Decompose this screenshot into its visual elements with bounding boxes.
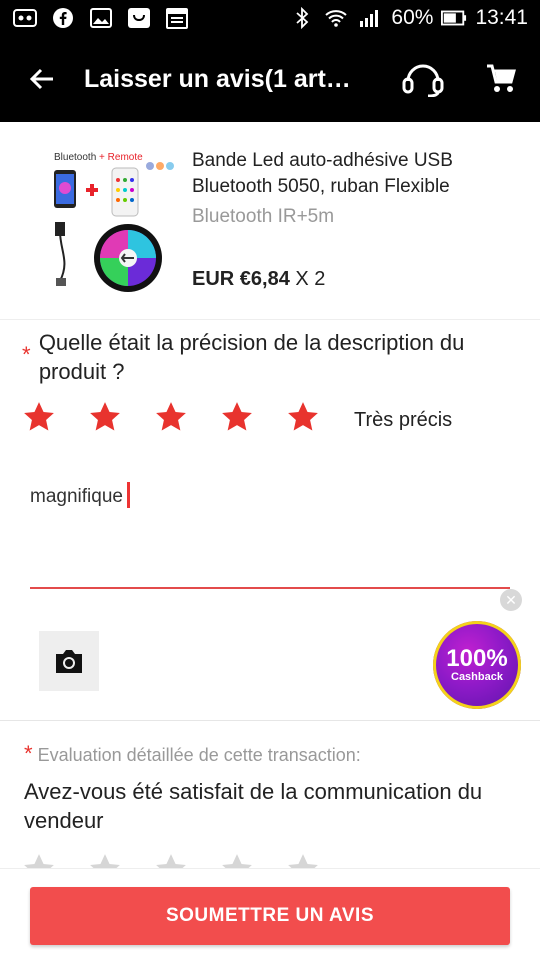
star-icon[interactable] (154, 400, 188, 434)
required-asterisk: * (22, 342, 31, 367)
app-bar: Laisser un avis(1 article) (0, 36, 540, 122)
star-icon[interactable] (22, 400, 56, 434)
page-title: Laisser un avis(1 article) (84, 64, 354, 93)
wifi-icon (323, 7, 349, 29)
back-button[interactable] (0, 36, 84, 122)
cashback-percent: 100% (446, 645, 508, 672)
clear-icon[interactable]: ✕ (500, 589, 522, 611)
section-divider (0, 720, 540, 721)
back-arrow-icon (29, 68, 53, 90)
required-asterisk: * (24, 741, 33, 766)
status-bar: 60% 13:41 (0, 0, 540, 36)
review-text: magnifique (30, 486, 123, 507)
question-text: Quelle était la précision de la descript… (38, 330, 465, 384)
gallery-icon (88, 7, 114, 29)
product-image: Bluetooth + Remote (46, 146, 176, 296)
quantity: X 2 (295, 268, 326, 290)
clock: 13:41 (475, 6, 528, 29)
product-image-caption: Bluetooth + Remote (54, 152, 143, 163)
calendar-icon (164, 7, 190, 29)
support-button[interactable] (384, 36, 462, 122)
star-icon[interactable] (220, 400, 254, 434)
battery-percent: 60% (391, 6, 434, 29)
text-cursor (126, 482, 130, 508)
camera-icon (56, 650, 82, 673)
star-icon[interactable] (286, 400, 320, 434)
product-summary: Bluetooth + Remote Bande Led auto-adhési… (0, 122, 540, 320)
add-photo-button[interactable] (39, 631, 99, 691)
review-input[interactable]: magnifique (30, 482, 510, 590)
voicemail-icon (12, 7, 38, 29)
cashback-badge[interactable]: 100% Cashback (433, 621, 521, 709)
product-title[interactable]: Bande Led auto-adhésive USB Bluetooth 50… (192, 148, 492, 200)
evaluation-label: * Evaluation détaillée de cette transact… (24, 741, 361, 767)
rating-label: Très précis (354, 409, 453, 431)
review-input-underline (30, 587, 510, 589)
bottom-bar: SOUMETTRE UN AVIS (0, 868, 540, 960)
cashback-label: Cashback (451, 671, 503, 683)
bluetooth-icon (289, 7, 315, 29)
star-icon[interactable] (88, 400, 122, 434)
product-variant: Bluetooth IR+5m (192, 206, 335, 227)
description-accuracy-rating[interactable] (22, 400, 352, 434)
price-value: EUR €6,84 (192, 268, 290, 290)
product-price: EUR €6,84 X 2 (192, 268, 325, 291)
cart-icon (487, 64, 516, 92)
seller-communication-question: Avez-vous été satisfait de la communicat… (24, 779, 483, 833)
battery-icon (441, 7, 467, 29)
facebook-icon (50, 7, 76, 29)
submit-review-button[interactable]: SOUMETTRE UN AVIS (30, 887, 510, 945)
cart-button[interactable] (462, 36, 540, 122)
headset-icon (402, 64, 444, 97)
evaluation-label-text: Evaluation détaillée de cette transactio… (37, 745, 361, 765)
shop-icon (126, 7, 152, 29)
signal-icon (357, 7, 383, 29)
description-accuracy-question: * Quelle était la précision de la descri… (22, 328, 522, 386)
